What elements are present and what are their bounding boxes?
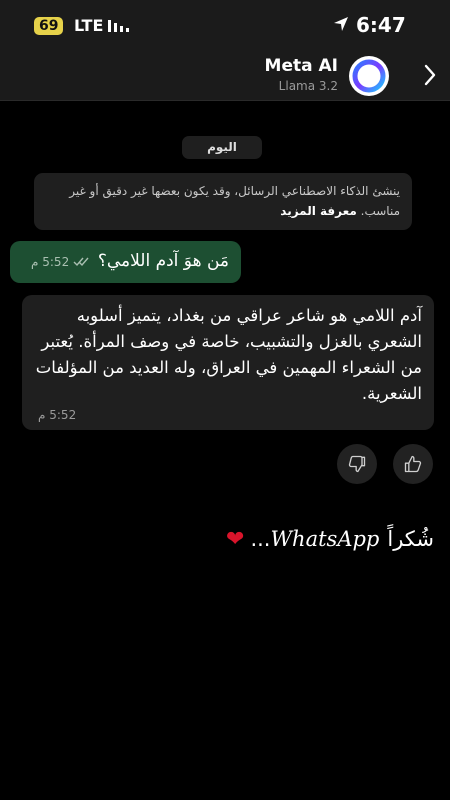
outgoing-message[interactable]: مَن هوَ آدم اللامي؟ 5:52 م — [10, 241, 241, 283]
ai-disclaimer: ينشئ الذكاء الاصطناعي الرسائل، وقد يكون … — [34, 173, 412, 230]
overlay-caption: ❤ ... WhatsApp شُكراً — [226, 524, 434, 554]
caption-suffix: ... — [250, 527, 271, 551]
caption-prefix: شُكراً — [387, 527, 434, 551]
heart-icon: ❤ — [226, 526, 245, 552]
thumbs-down-icon — [348, 455, 366, 473]
thumbs-down-button[interactable] — [337, 444, 377, 484]
thumbs-up-button[interactable] — [393, 444, 433, 484]
status-time: 6:47 — [356, 13, 406, 37]
incoming-message-text: آدم اللامي هو شاعر عراقي من بغداد، يتميز… — [35, 306, 422, 403]
contact-name[interactable]: Meta AI — [265, 56, 338, 76]
status-bar: 69 LTE 6:47 — [0, 0, 450, 50]
chat-header: Meta AI Llama 3.2 — [0, 50, 450, 101]
chevron-right-icon[interactable] — [423, 64, 437, 86]
incoming-message[interactable]: آدم اللامي هو شاعر عراقي من بغداد، يتميز… — [22, 295, 434, 430]
outgoing-message-text: مَن هوَ آدم اللامي؟ — [97, 251, 229, 271]
date-chip: اليوم — [182, 136, 262, 159]
double-check-icon — [73, 257, 89, 267]
outgoing-message-meta: 5:52 م — [31, 255, 91, 269]
incoming-message-time: 5:52 م — [38, 408, 77, 422]
location-icon — [334, 17, 348, 31]
outgoing-message-time: 5:52 م — [31, 255, 70, 269]
meta-ai-avatar[interactable] — [349, 56, 389, 96]
thumbs-up-icon — [404, 455, 422, 473]
battery-indicator: 69 — [34, 17, 64, 35]
learn-more-link[interactable]: معرفة المزيد — [280, 204, 357, 218]
signal-icon — [108, 20, 129, 32]
network-type: LTE — [74, 16, 104, 35]
contact-subtitle: Llama 3.2 — [278, 79, 338, 93]
meta-ai-ring-icon — [352, 59, 386, 93]
caption-brand: WhatsApp — [270, 527, 380, 551]
